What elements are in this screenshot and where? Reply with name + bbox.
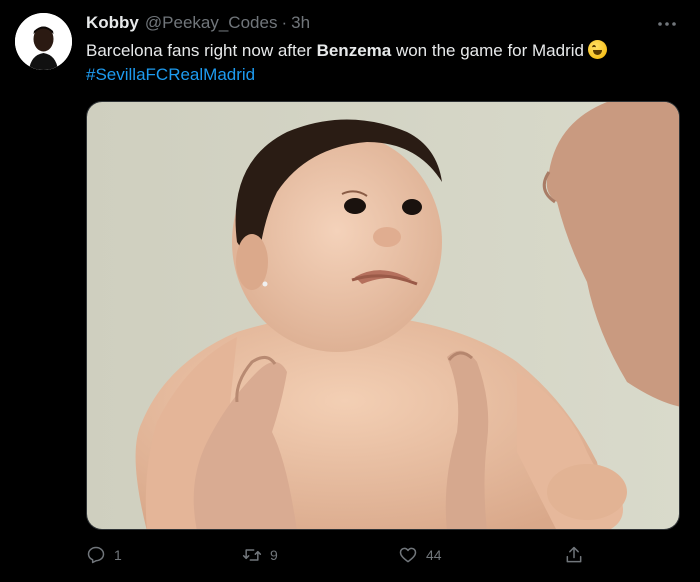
retweet-button[interactable]: 9 — [242, 542, 278, 568]
tweet[interactable]: Kobby @Peekay_Codes · 3h Barcelona fans … — [0, 0, 700, 582]
separator-dot: · — [281, 13, 288, 32]
share-button[interactable] — [564, 542, 592, 568]
tweet-text-part1: Barcelona fans right now after — [86, 41, 317, 60]
tweet-text: Barcelona fans right now after Benzema w… — [86, 39, 666, 87]
tweet-header: Kobby @Peekay_Codes · 3h — [86, 13, 310, 37]
heart-icon — [399, 547, 417, 563]
reply-count: 1 — [114, 547, 122, 563]
tweet-text-part2: won the game for Madrid — [391, 41, 584, 60]
tweet-actions: 1 9 44 — [86, 542, 686, 568]
share-icon — [566, 546, 582, 563]
retweet-count: 9 — [270, 547, 278, 563]
reply-button[interactable]: 1 — [86, 542, 122, 568]
reply-icon — [87, 546, 105, 564]
hashtag-link[interactable]: #SevillaFCRealMadrid — [86, 65, 255, 84]
tweet-text-bold: Benzema — [316, 41, 392, 60]
more-options-icon[interactable] — [656, 14, 678, 34]
tweet-media-photo[interactable] — [86, 101, 680, 530]
tweet-timestamp[interactable]: 3h — [291, 13, 310, 33]
author-handle[interactable]: @Peekay_Codes — [145, 13, 278, 33]
author-name[interactable]: Kobby — [86, 13, 139, 33]
retweet-icon — [242, 549, 262, 561]
laughing-emoji-icon — [587, 40, 607, 59]
like-count: 44 — [426, 547, 442, 563]
like-button[interactable]: 44 — [398, 542, 442, 568]
avatar[interactable] — [15, 13, 72, 70]
